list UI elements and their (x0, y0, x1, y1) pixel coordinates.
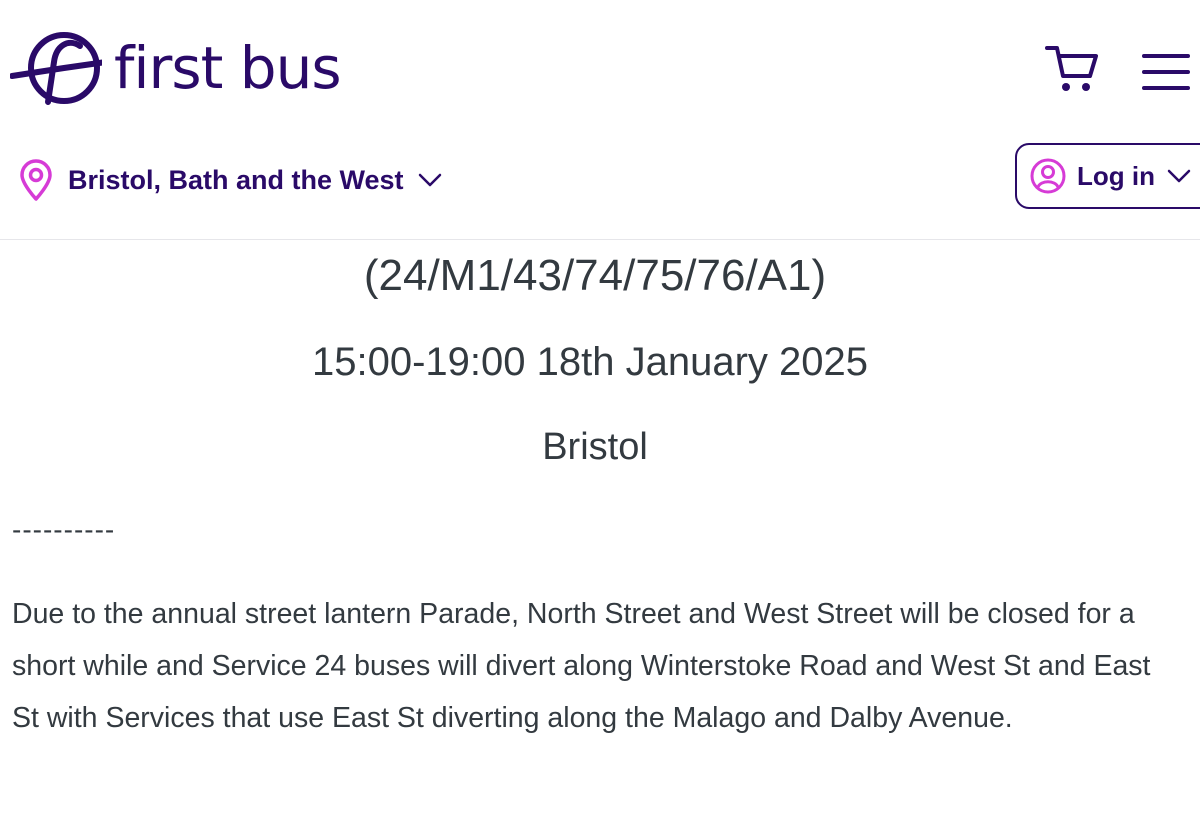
user-avatar-icon (1030, 158, 1066, 194)
brand-name: first bus (114, 34, 342, 102)
chevron-down-icon (1167, 169, 1191, 183)
menu-button[interactable] (1138, 48, 1194, 96)
login-label: Log in (1077, 160, 1155, 191)
region-selector[interactable]: Bristol, Bath and the West (18, 156, 442, 204)
first-bus-logo-mark-icon (10, 32, 102, 105)
hamburger-menu-icon (1142, 54, 1190, 90)
location-pin-icon (20, 159, 52, 201)
notice-routes-heading: (24/M1/43/74/75/76/A1) (363, 251, 827, 300)
notice-location: Bristol (542, 426, 648, 468)
chevron-down-icon (418, 173, 441, 187)
first-bus-logo[interactable]: first bus (10, 26, 342, 110)
notice-datetime: 15:00-19:00 18th January 2025 (312, 340, 868, 384)
site-header: first bus Bristol, Bath and the West Log… (0, 0, 1200, 240)
region-label: Bristol, Bath and the West (68, 164, 404, 195)
notice-body: Due to the annual street lantern Parade,… (12, 598, 1151, 734)
cart-icon (1045, 46, 1098, 91)
cart-button[interactable] (1044, 42, 1100, 98)
notice-divider: ---------- (12, 514, 116, 545)
login-button[interactable]: Log in (1015, 143, 1200, 209)
